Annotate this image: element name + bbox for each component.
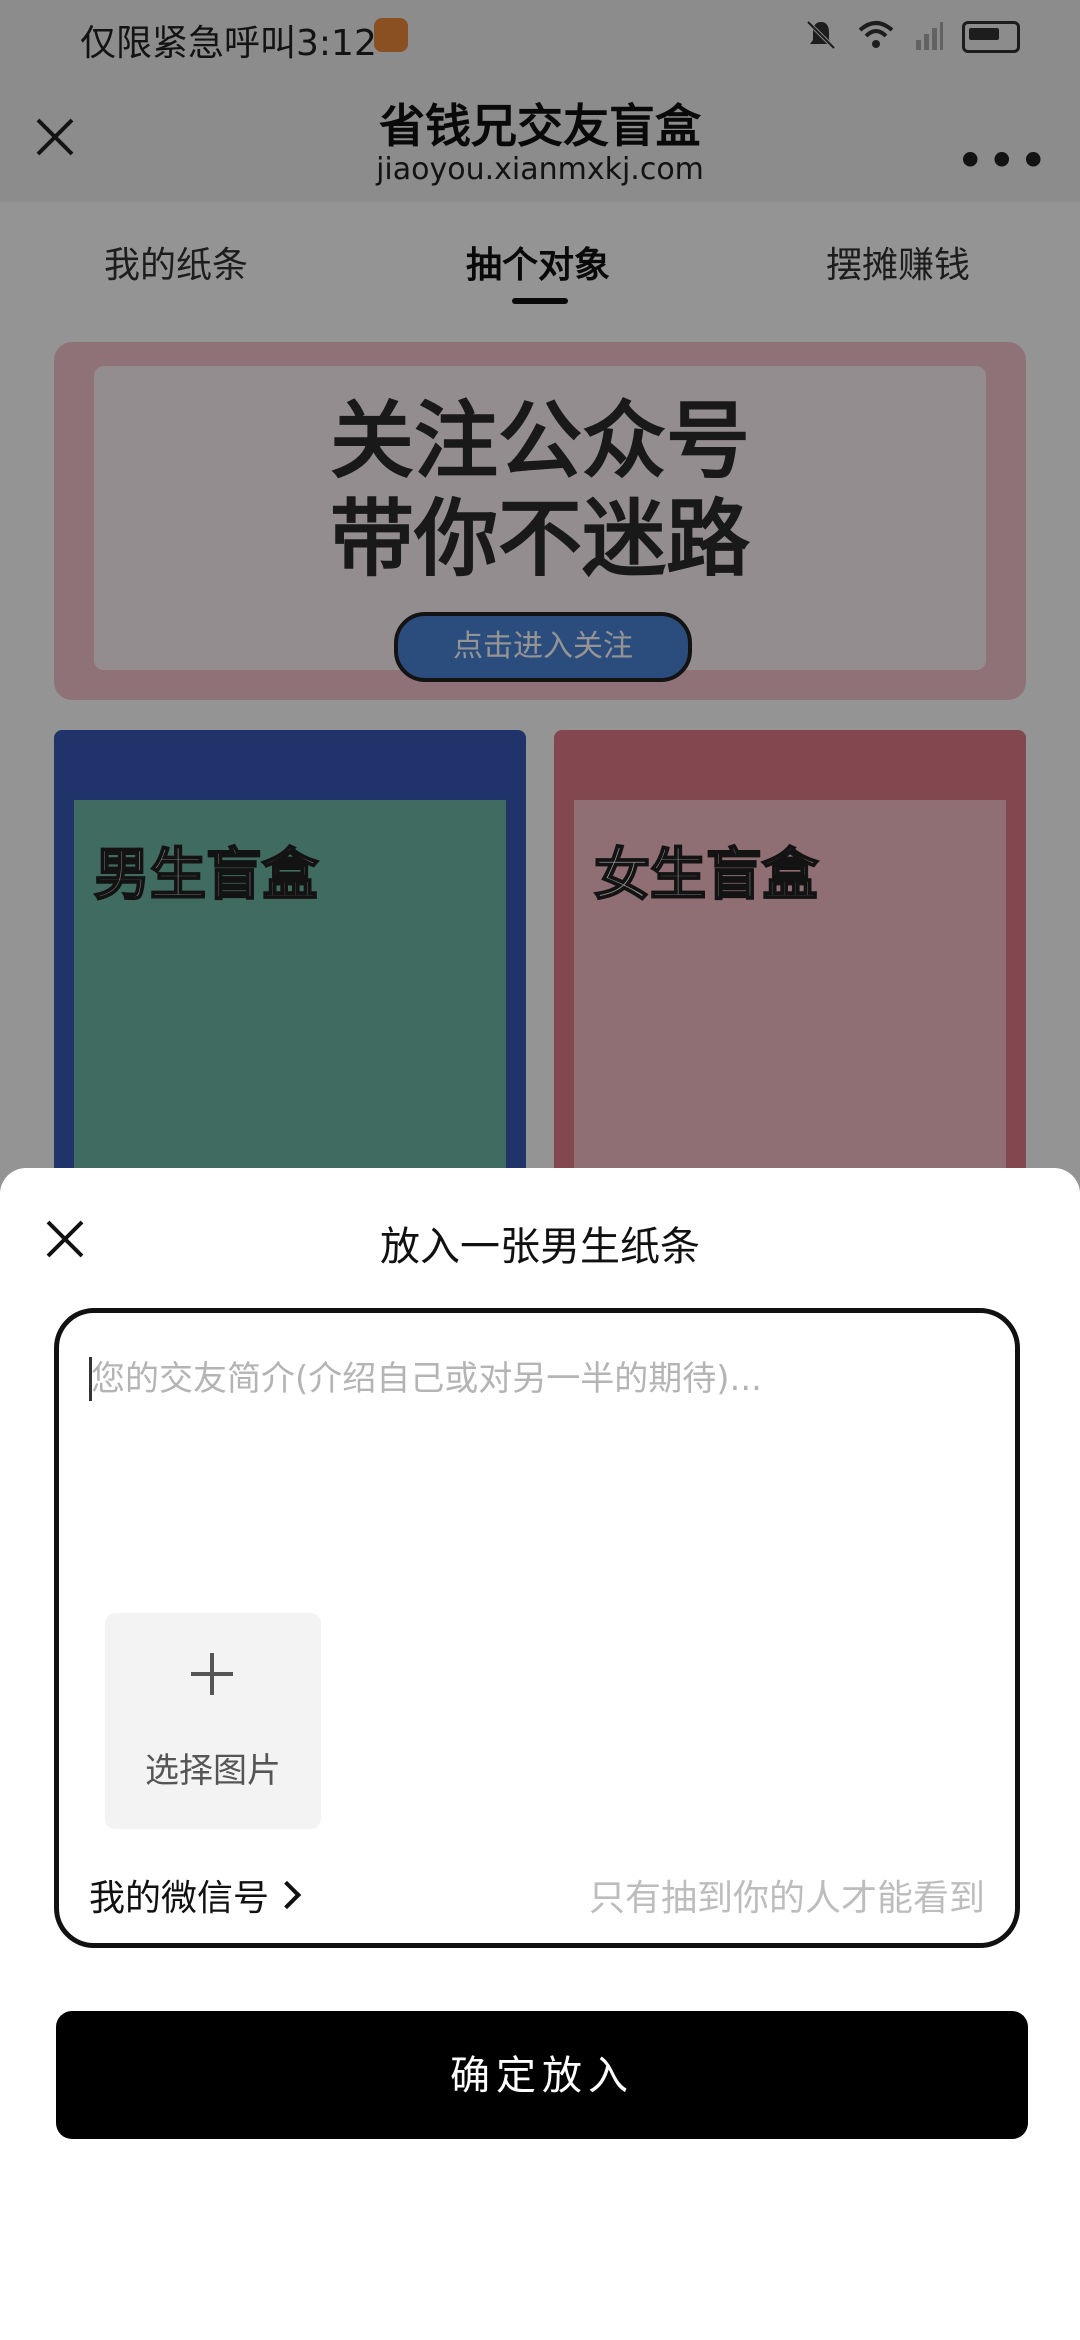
note-card: 选择图片 我的微信号 只有抽到你的人才能看到 <box>54 1308 1020 1948</box>
plus-icon <box>191 1653 233 1695</box>
select-image-label: 选择图片 <box>145 1751 281 1791</box>
wechat-id-label: 我的微信号 <box>89 1878 270 1919</box>
wechat-id-link[interactable]: 我的微信号 <box>89 1869 302 1921</box>
confirm-put-button[interactable]: 确定放入 <box>56 2011 1028 2139</box>
chevron-right-icon <box>272 1880 302 1910</box>
sheet-title: 放入一张男生纸条 <box>380 1224 700 1270</box>
put-note-sheet: 放入一张男生纸条 选择图片 我的微信号 只有抽到你的人才能看到 确定放入 <box>0 1168 1080 2340</box>
text-caret <box>89 1357 92 1401</box>
wechat-visibility-hint: 只有抽到你的人才能看到 <box>588 1878 985 1919</box>
intro-input[interactable] <box>89 1349 973 1553</box>
select-image-button[interactable]: 选择图片 <box>105 1613 321 1829</box>
